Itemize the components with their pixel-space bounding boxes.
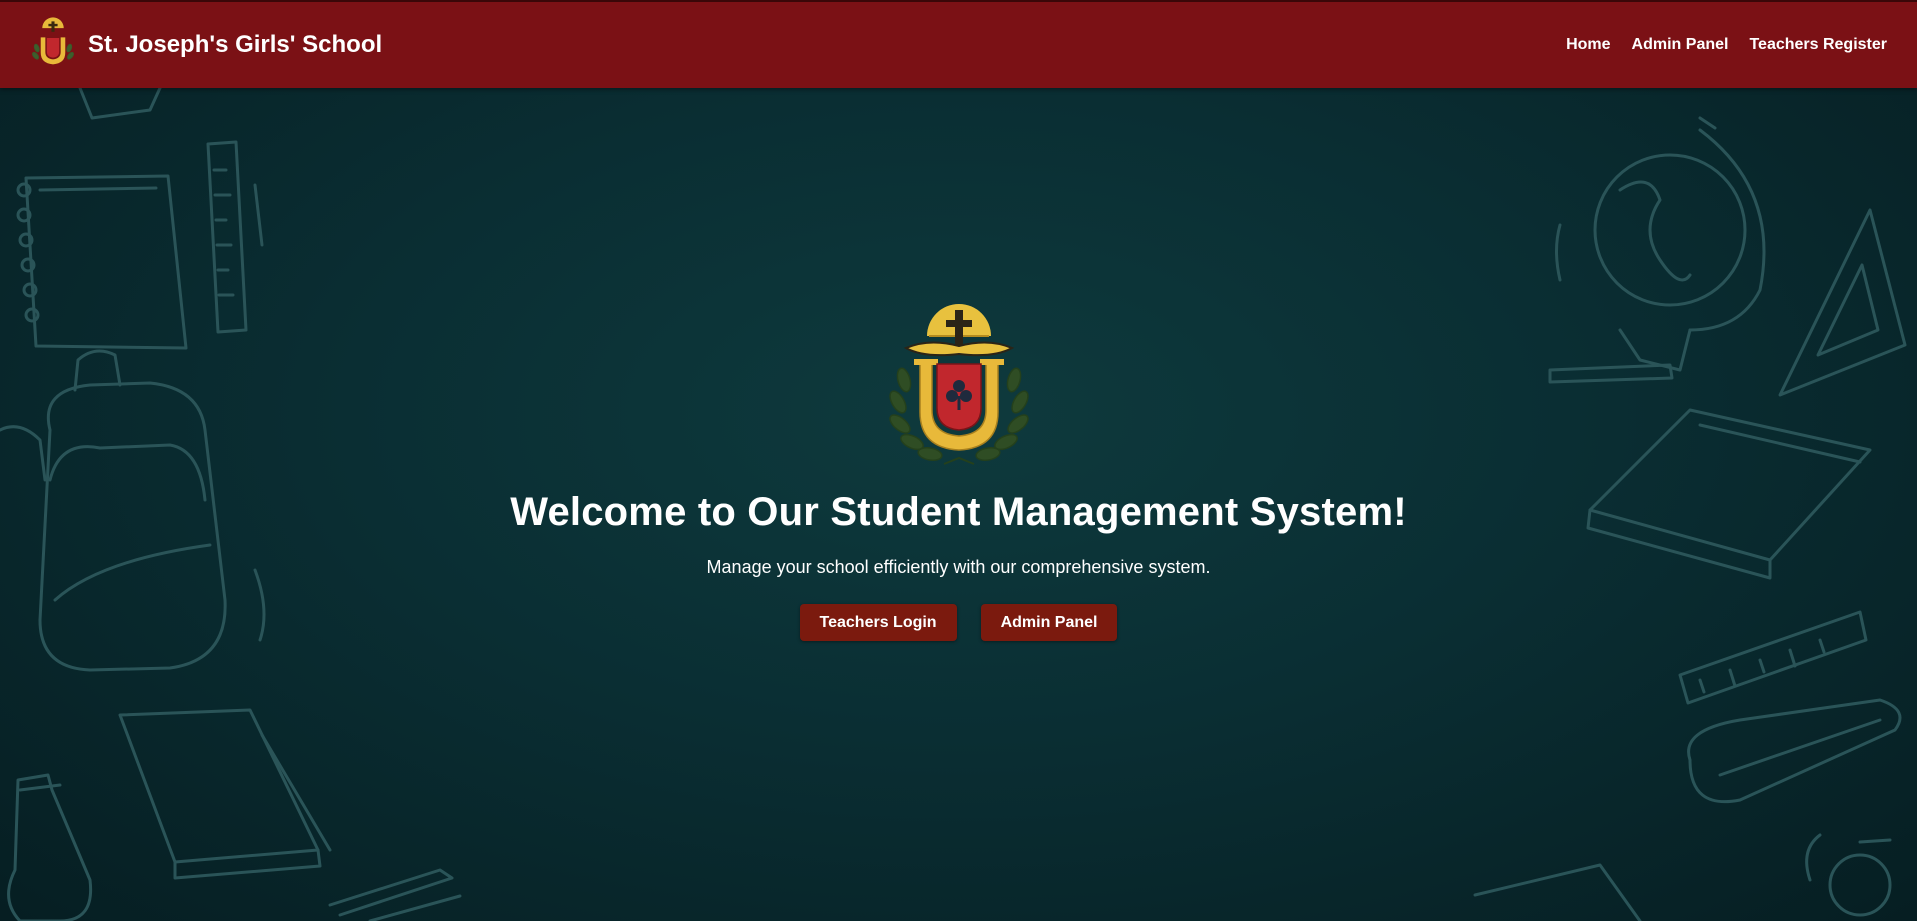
hero-buttons: Teachers Login Admin Panel [0, 604, 1917, 641]
school-name: St. Joseph's Girls' School [88, 31, 383, 58]
pencil-case-icon [1687, 698, 1902, 804]
pencil-icon [328, 868, 462, 921]
nav-links: Home Admin Panel Teachers Register [1566, 36, 1887, 54]
hero-title: Welcome to Our Student Management System… [510, 490, 1407, 534]
top-navbar: St. Joseph's Girls' School Home Admin Pa… [0, 0, 1917, 88]
nav-link-admin-panel[interactable]: Admin Panel [1632, 36, 1729, 54]
stationery-bottom-right-icon [1473, 833, 1892, 921]
nav-link-home[interactable]: Home [1566, 36, 1610, 54]
school-crest-icon [32, 17, 74, 65]
book-icon [118, 708, 332, 880]
teachers-login-button[interactable]: Teachers Login [799, 604, 957, 641]
notebook-corner-icon [78, 86, 162, 120]
brand-link[interactable]: St. Joseph's Girls' School [30, 16, 382, 74]
admin-panel-button[interactable]: Admin Panel [980, 604, 1118, 641]
bottle-icon [7, 773, 93, 921]
hero-subtitle: Manage your school efficiently with our … [706, 557, 1211, 577]
nav-link-teachers-register[interactable]: Teachers Register [1749, 36, 1887, 54]
hero-section: Welcome to Our Student Management System… [0, 300, 1917, 641]
school-crest-icon [888, 304, 1029, 465]
